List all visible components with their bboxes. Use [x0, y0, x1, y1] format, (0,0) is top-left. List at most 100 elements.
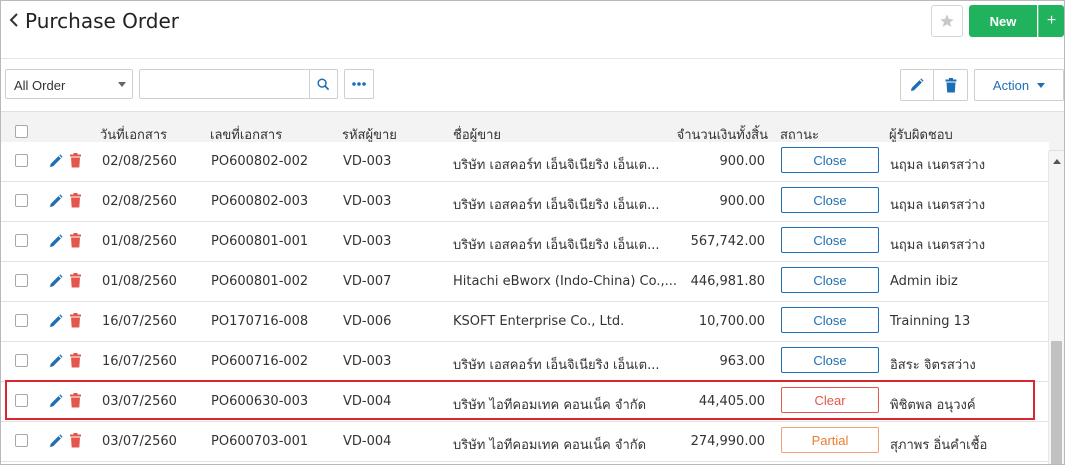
table-row[interactable]: 01/08/2560 PO600801-002 VD-007 Hitachi e… [1, 262, 1049, 302]
edit-button[interactable] [900, 69, 934, 101]
pencil-icon[interactable] [49, 354, 63, 368]
caret-down-icon [1037, 82, 1046, 88]
doc-no-cell[interactable]: PO600802-002 [211, 154, 308, 169]
action-menu-label: Action [992, 77, 1030, 93]
doc-no-cell[interactable]: PO600716-002 [211, 354, 308, 369]
pencil-icon[interactable] [49, 194, 63, 208]
doc-no-cell[interactable]: PO600801-001 [211, 234, 308, 249]
vendor-name-cell: บริษัท เอสคอร์ท เอ็นจิเนียริง เอ็นเต... [453, 238, 660, 253]
table-row[interactable]: 03/07/2560 PO600703-001 VD-004 บริษัท ไอ… [1, 422, 1049, 462]
vertical-scrollbar[interactable] [1048, 151, 1064, 464]
doc-date-cell: 03/07/2560 [102, 434, 177, 449]
owner-cell: นฤมล เนตรสว่าง [890, 198, 986, 213]
status-badge[interactable]: Close [781, 227, 879, 253]
vendor-code-cell: VD-003 [343, 354, 392, 369]
row-checkbox[interactable] [15, 354, 28, 367]
doc-no-cell[interactable]: PO600630-003 [211, 394, 308, 409]
more-options-button[interactable] [344, 69, 374, 99]
vendor-name-cell: บริษัท เอสคอร์ท เอ็นจิเนียริง เอ็นเต... [453, 358, 660, 373]
doc-no-cell[interactable]: PO600802-003 [211, 194, 308, 209]
new-dropdown-button[interactable]: + [1038, 5, 1064, 37]
vendor-code-cell: VD-003 [343, 234, 392, 249]
caret-down-icon [118, 82, 126, 87]
trash-icon[interactable] [69, 193, 82, 208]
doc-date-cell: 02/08/2560 [102, 154, 177, 169]
total-cell: 446,981.80 [690, 274, 765, 289]
pencil-icon[interactable] [49, 154, 63, 168]
search-button[interactable] [309, 69, 338, 99]
search-input[interactable] [139, 69, 310, 99]
table-row[interactable]: 16/07/2560 PO600716-002 VD-003 บริษัท เอ… [1, 342, 1049, 382]
doc-date-cell: 01/08/2560 [102, 274, 177, 289]
row-checkbox[interactable] [15, 194, 28, 207]
trash-icon[interactable] [69, 233, 82, 248]
pencil-icon[interactable] [49, 434, 63, 448]
status-badge[interactable]: Close [781, 347, 879, 373]
total-cell: 963.00 [719, 354, 766, 369]
pencil-icon[interactable] [49, 274, 63, 288]
status-badge[interactable]: Partial [781, 427, 879, 453]
pencil-icon[interactable] [49, 394, 63, 408]
owner-cell: Admin ibiz [890, 274, 958, 289]
table-body: 02/08/2560 PO600802-002 VD-003 บริษัท เอ… [1, 142, 1049, 464]
status-badge[interactable]: Close [781, 147, 879, 173]
new-button[interactable]: New [969, 5, 1037, 37]
purchase-order-window: Purchase Order New + All Order Action วั… [0, 0, 1065, 465]
doc-date-cell: 01/08/2560 [102, 234, 177, 249]
doc-no-cell[interactable]: PO600801-002 [211, 274, 308, 289]
trash-icon[interactable] [69, 353, 82, 368]
trash-icon[interactable] [69, 313, 82, 328]
status-badge[interactable]: Close [781, 267, 879, 293]
page-header: Purchase Order New + [1, 1, 1064, 59]
vendor-code-cell: VD-006 [343, 314, 392, 329]
total-cell: 900.00 [719, 194, 766, 209]
page-title: Purchase Order [25, 9, 180, 33]
pencil-icon[interactable] [49, 234, 63, 248]
status-badge[interactable]: Close [781, 307, 879, 333]
vendor-name-cell: KSOFT Enterprise Co., Ltd. [453, 314, 625, 329]
order-filter-select[interactable]: All Order [5, 69, 133, 99]
action-menu-button[interactable]: Action [974, 69, 1064, 101]
owner-cell: นฤมล เนตรสว่าง [890, 158, 986, 173]
total-cell: 567,742.00 [690, 234, 765, 249]
trash-icon[interactable] [69, 153, 82, 168]
table-row[interactable]: 02/08/2560 PO600802-003 VD-003 บริษัท เอ… [1, 182, 1049, 222]
status-badge[interactable]: Clear [781, 387, 879, 413]
more-dots-icon [352, 82, 366, 86]
vendor-code-cell: VD-004 [343, 394, 392, 409]
table-row[interactable]: 03/07/2560 PO600630-003 VD-004 บริษัท ไอ… [1, 382, 1049, 422]
row-checkbox[interactable] [15, 314, 28, 327]
doc-no-cell[interactable]: PO600703-001 [211, 434, 308, 449]
chevron-left-icon[interactable] [7, 11, 21, 29]
pencil-icon [911, 78, 924, 91]
row-checkbox[interactable] [15, 394, 28, 407]
row-checkbox[interactable] [15, 434, 28, 447]
table-row[interactable]: 02/08/2560 PO600802-002 VD-003 บริษัท เอ… [1, 142, 1049, 182]
vendor-name-cell: บริษัท ไอทีคอมเทค คอนเน็ค จำกัด [453, 438, 647, 453]
scrollbar-thumb[interactable] [1051, 341, 1062, 464]
trash-icon[interactable] [69, 433, 82, 448]
row-checkbox[interactable] [15, 274, 28, 287]
pencil-icon[interactable] [49, 314, 63, 328]
vendor-code-cell: VD-003 [343, 194, 392, 209]
owner-cell: อิสระ จิตรสว่าง [890, 358, 976, 373]
select-all-checkbox[interactable] [15, 125, 28, 138]
trash-icon[interactable] [69, 393, 82, 408]
vendor-code-cell: VD-007 [343, 274, 392, 289]
vendor-name-cell: บริษัท เอสคอร์ท เอ็นจิเนียริง เอ็นเต... [453, 198, 660, 213]
row-checkbox[interactable] [15, 234, 28, 247]
trash-icon[interactable] [69, 273, 82, 288]
owner-cell: สุภาพร อิ่นคำเชื้อ [890, 438, 988, 453]
row-checkbox[interactable] [15, 154, 28, 167]
table-row[interactable]: 16/07/2560 PO170716-008 VD-006 KSOFT Ent… [1, 302, 1049, 342]
doc-no-cell[interactable]: PO170716-008 [211, 314, 308, 329]
favorite-button[interactable] [931, 5, 963, 37]
table-row[interactable]: 01/08/2560 PO600801-001 VD-003 บริษัท เอ… [1, 222, 1049, 262]
delete-button[interactable] [934, 69, 968, 101]
vendor-code-cell: VD-003 [343, 154, 392, 169]
status-badge[interactable]: Close [781, 187, 879, 213]
vendor-name-cell: บริษัท เอสคอร์ท เอ็นจิเนียริง เอ็นเต... [453, 158, 660, 173]
total-cell: 10,700.00 [698, 314, 765, 329]
total-cell: 900.00 [719, 154, 766, 169]
scroll-up-icon[interactable] [1053, 159, 1061, 164]
